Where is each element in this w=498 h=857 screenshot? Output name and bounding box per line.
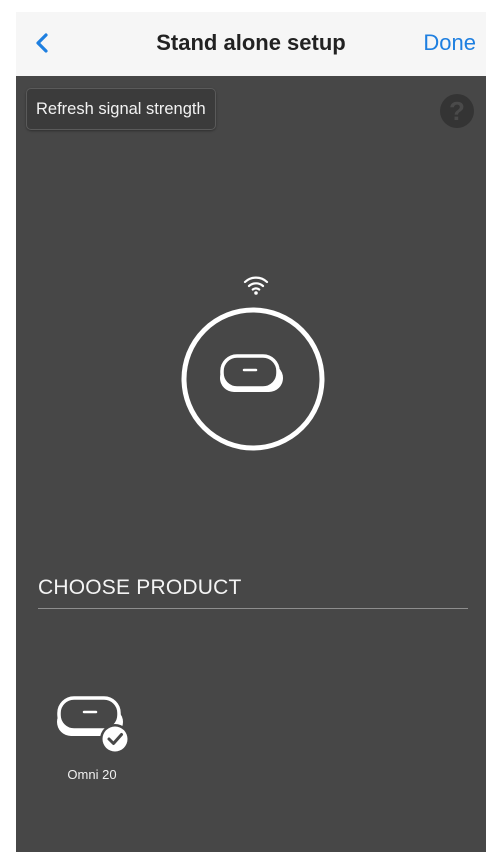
- omni-device-icon: [220, 354, 283, 392]
- help-button[interactable]: ?: [440, 94, 474, 128]
- section-divider: [38, 608, 468, 609]
- choose-product-header: CHOOSE PRODUCT: [38, 576, 242, 599]
- app-screen: Stand alone setup Done Refresh signal st…: [16, 12, 486, 852]
- chevron-left-icon: [36, 33, 48, 53]
- device-status-ring: [181, 307, 325, 451]
- done-button[interactable]: Done: [423, 30, 476, 56]
- wifi-icon: [243, 276, 269, 295]
- checkmark-badge-icon: [100, 724, 130, 754]
- refresh-signal-button[interactable]: Refresh signal strength: [26, 88, 216, 130]
- omni-device-icon: [57, 696, 130, 754]
- product-item-omni-20[interactable]: Omni 20: [48, 682, 158, 792]
- navigation-bar: Stand alone setup Done: [16, 12, 486, 76]
- product-label: Omni 20: [67, 767, 117, 782]
- back-button[interactable]: [30, 26, 66, 62]
- question-circle-icon: ?: [449, 96, 465, 126]
- page-title: Stand alone setup: [156, 30, 346, 55]
